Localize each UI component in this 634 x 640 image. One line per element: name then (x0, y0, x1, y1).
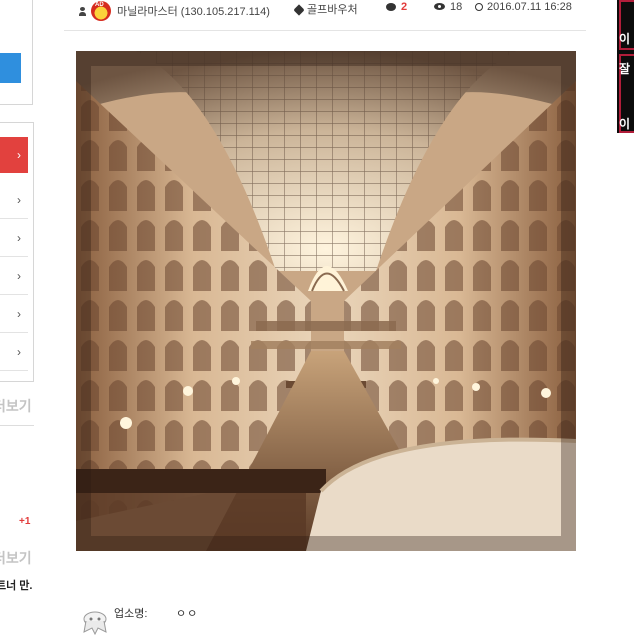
banner-text: 잘 (619, 62, 631, 76)
side-banner-ad[interactable]: 이 잘 이 (617, 0, 634, 133)
post-view-count: 18 (434, 1, 462, 13)
uploader-label: 업소명: (114, 608, 148, 620)
chevron-right-icon: › (17, 148, 21, 162)
post-date: 2016.07.11 16:28 (475, 1, 572, 13)
sidebar-menu-item-4[interactable]: › (0, 258, 28, 295)
sidebar-login-box (0, 0, 33, 105)
banner-text: 이 (619, 32, 631, 46)
chevron-right-icon: › (17, 345, 21, 359)
chevron-right-icon: › (17, 307, 21, 321)
sidebar-menu-item-5[interactable]: › (0, 296, 28, 333)
eye-icon (434, 3, 445, 10)
clock-icon (475, 3, 483, 11)
level-icon (82, 610, 108, 636)
sidebar-menu-item-1[interactable]: › (0, 137, 28, 173)
chevron-right-icon: › (17, 231, 21, 245)
vote-badge: +1 (19, 516, 31, 527)
banner-text: 이 (619, 117, 631, 131)
divider (0, 425, 34, 426)
more-link[interactable]: 더보기 (0, 396, 32, 416)
post-category[interactable]: 골프바우처 (293, 1, 358, 17)
user-icon (79, 6, 86, 16)
chevron-right-icon: › (17, 269, 21, 283)
sidebar-menu-item-2[interactable]: › (0, 182, 28, 219)
chevron-right-icon: › (17, 193, 21, 207)
post-meta-bar: AD 마닐라마스터 (130.105.217.114) 골프바우처 2 18 2… (64, 0, 586, 31)
sidebar-list-item[interactable]: 트너 만. (0, 577, 32, 593)
login-button[interactable] (0, 53, 21, 83)
avatar: AD (91, 1, 111, 21)
author-name: 마닐라마스터 (130.105.217.114) (117, 6, 270, 18)
sidebar-menu-item-3[interactable]: › (0, 220, 28, 257)
uploader-value: ㅇㅇ (176, 608, 199, 620)
post-comment-count: 2 (386, 1, 407, 13)
comment-icon (386, 3, 396, 11)
sidebar-menu-item-6[interactable]: › (0, 334, 28, 371)
post-image[interactable] (76, 51, 576, 551)
post-author[interactable]: AD 마닐라마스터 (130.105.217.114) (79, 1, 270, 21)
sidebar-menu: › › › › › › (0, 122, 34, 382)
tag-icon (293, 4, 305, 16)
more-link[interactable]: 더보기 (0, 548, 32, 568)
